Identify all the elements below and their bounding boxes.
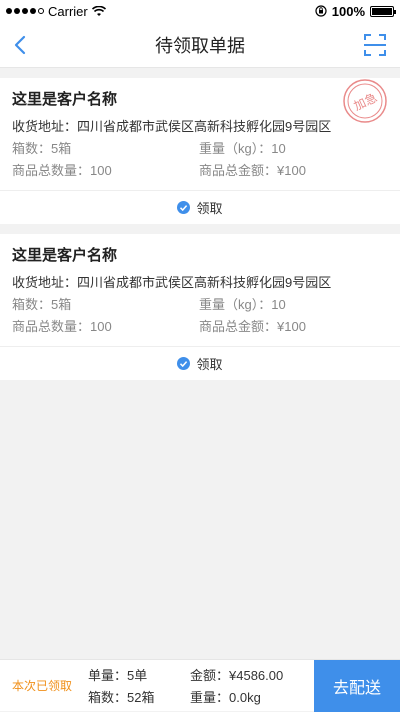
amount-total: 金额：¥4586.00 [190,665,314,684]
summary-totals: 金额：¥4586.00 重量：0.0kg [190,665,314,706]
total-amount: 商品总金额：¥100 [199,316,386,335]
carrier-label: Carrier [48,4,88,19]
weight: 重量（kg）：10 [199,138,386,157]
status-bar: Carrier 100% [0,0,400,22]
status-left: Carrier [6,4,106,19]
claim-label: 领取 [196,354,222,373]
check-circle-icon [177,357,190,370]
claimed-label: 本次已领取 [0,677,88,694]
nav-bar: 待领取单据 [0,22,400,68]
scan-icon[interactable] [364,33,386,57]
total-quantity: 商品总数量：100 [12,160,199,179]
summary-counts: 单量：5单 箱数：52箱 [88,665,190,706]
urgent-stamp-icon: 加急 [342,78,388,124]
claim-label: 领取 [196,198,222,217]
battery-percent: 100% [332,4,365,19]
claim-button[interactable]: 领取 [0,190,400,224]
battery-icon [370,6,394,17]
weight: 重量（kg）：10 [199,294,386,313]
customer-name: 这里是客户名称 [12,88,388,109]
stamp-text: 加急 [351,90,379,114]
wifi-icon [92,6,106,17]
page-title: 待领取单据 [155,32,245,58]
total-amount: 商品总金额：¥100 [199,160,386,179]
delivery-address: 收货地址：四川省成都市武侯区高新科技孵化园9号园区 [12,272,388,291]
order-count: 单量：5单 [88,665,190,684]
order-card: 这里是客户名称 收货地址：四川省成都市武侯区高新科技孵化园9号园区 箱数：5箱 … [0,234,400,380]
box-total: 箱数：52箱 [88,687,190,706]
status-right: 100% [315,4,394,19]
back-icon[interactable] [12,34,32,56]
weight-total: 重量：0.0kg [190,687,314,706]
summary-bar: 本次已领取 单量：5单 箱数：52箱 金额：¥4586.00 重量：0.0kg … [0,659,400,711]
box-count: 箱数：5箱 [12,294,199,313]
total-quantity: 商品总数量：100 [12,316,199,335]
signal-icon [6,8,44,14]
go-deliver-button[interactable]: 去配送 [314,660,400,712]
rotation-lock-icon [315,5,327,17]
box-count: 箱数：5箱 [12,138,199,157]
check-circle-icon [177,201,190,214]
customer-name: 这里是客户名称 [12,244,388,265]
delivery-address: 收货地址：四川省成都市武侯区高新科技孵化园9号园区 [12,116,388,135]
order-card: 加急 这里是客户名称 收货地址：四川省成都市武侯区高新科技孵化园9号园区 箱数：… [0,78,400,224]
claim-button[interactable]: 领取 [0,346,400,380]
